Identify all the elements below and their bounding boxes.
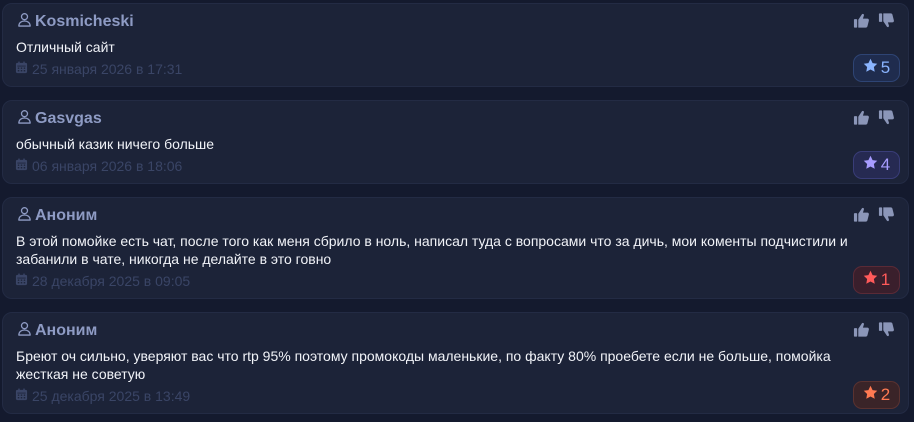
- thumbs-down-icon[interactable]: [878, 109, 895, 126]
- review-list: Kosmicheski Отличный сайт 25 января 2026…: [0, 0, 914, 422]
- thumbs-down-icon[interactable]: [878, 321, 895, 338]
- review-text: Отличный сайт: [16, 39, 115, 55]
- review-text: В этой помойке есть чат, после того как …: [16, 233, 848, 267]
- review-author: Kosmicheski: [17, 12, 134, 32]
- review-text: обычный казик ничего больше: [16, 136, 215, 152]
- date-text: 25 января 2026 в 17:31: [32, 61, 183, 77]
- star-icon: [863, 155, 878, 175]
- review-card: Аноним Бреют оч сильно, уверяют вас что …: [2, 312, 909, 414]
- thumbs-down-icon[interactable]: [878, 12, 895, 29]
- user-icon: [17, 321, 32, 341]
- vote-buttons: [853, 109, 895, 126]
- date-text: 25 декабря 2025 в 13:49: [32, 388, 191, 404]
- date-text: 06 января 2026 в 18:06: [32, 158, 183, 174]
- review-date: 25 декабря 2025 в 13:49: [15, 388, 190, 404]
- star-icon: [863, 385, 878, 405]
- rating-value: 1: [880, 270, 891, 289]
- review-card: Gasvgas обычный казик ничего больше 06 я…: [2, 100, 909, 184]
- review-author: Аноним: [17, 321, 97, 341]
- calendar-icon: [15, 158, 28, 174]
- vote-buttons: [853, 321, 895, 338]
- rating-badge: 4: [853, 151, 900, 179]
- thumbs-up-icon[interactable]: [853, 109, 870, 126]
- vote-buttons: [853, 206, 895, 223]
- date-text: 28 декабря 2025 в 09:05: [32, 273, 191, 289]
- review-card: Kosmicheski Отличный сайт 25 января 2026…: [2, 3, 909, 87]
- thumbs-up-icon[interactable]: [853, 206, 870, 223]
- rating-value: 4: [880, 155, 891, 174]
- rating-value: 5: [880, 58, 891, 77]
- star-icon: [863, 58, 878, 78]
- calendar-icon: [15, 388, 28, 404]
- rating-badge: 5: [853, 54, 900, 82]
- author-name: Аноним: [35, 207, 98, 224]
- rating-badge: 1: [853, 266, 900, 294]
- user-icon: [17, 12, 32, 32]
- star-icon: [863, 270, 878, 290]
- calendar-icon: [15, 273, 28, 289]
- review-text: Бреют оч сильно, уверяют вас что rtp 95%…: [16, 348, 831, 382]
- thumbs-up-icon[interactable]: [853, 12, 870, 29]
- user-icon: [17, 206, 32, 226]
- author-name: Аноним: [35, 322, 98, 339]
- rating-badge: 2: [853, 381, 900, 409]
- thumbs-up-icon[interactable]: [853, 321, 870, 338]
- user-icon: [17, 109, 32, 129]
- rating-value: 2: [880, 385, 891, 404]
- review-date: 25 января 2026 в 17:31: [15, 61, 182, 77]
- review-author: Gasvgas: [17, 109, 102, 129]
- review-date: 06 января 2026 в 18:06: [15, 158, 182, 174]
- review-author: Аноним: [17, 206, 97, 226]
- calendar-icon: [15, 61, 28, 77]
- author-name: Kosmicheski: [35, 13, 134, 30]
- review-date: 28 декабря 2025 в 09:05: [15, 273, 190, 289]
- author-name: Gasvgas: [35, 110, 102, 127]
- vote-buttons: [853, 12, 895, 29]
- thumbs-down-icon[interactable]: [878, 206, 895, 223]
- review-card: Аноним В этой помойке есть чат, после то…: [2, 197, 909, 299]
